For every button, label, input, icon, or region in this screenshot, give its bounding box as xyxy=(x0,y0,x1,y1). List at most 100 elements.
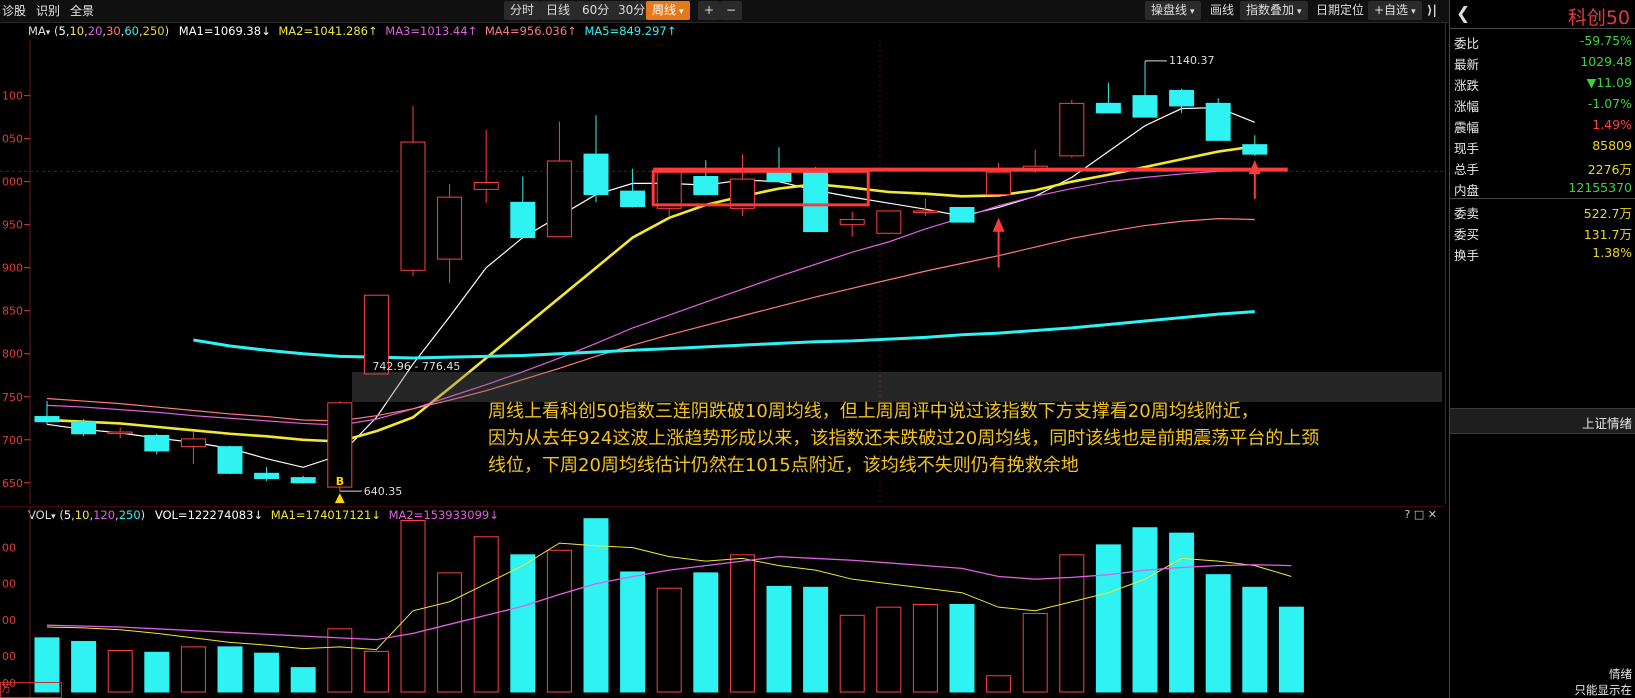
candle-body xyxy=(693,175,719,196)
volume-bar xyxy=(949,603,975,693)
period-button-intraday[interactable]: 分时 xyxy=(504,1,541,20)
candle-body xyxy=(510,201,536,239)
zoom-in-button[interactable]: + xyxy=(698,1,721,20)
security-name: 科创50 xyxy=(1567,7,1630,29)
y-tick-label: 900 xyxy=(2,262,23,275)
y-tick-label: 700 xyxy=(2,434,23,447)
quote-label: 委卖 xyxy=(1454,206,1480,221)
candle-body xyxy=(1205,102,1231,141)
quote-row: 震幅 1.49% xyxy=(1450,114,1635,136)
y-tick-label: 750 xyxy=(2,391,23,404)
strategy-line-dropdown[interactable]: 操盘线 ▾ xyxy=(1145,1,1201,20)
candle-body xyxy=(876,210,902,234)
volume-bar xyxy=(144,651,170,693)
sentiment-bar[interactable]: 上证情绪 xyxy=(1450,408,1635,434)
high-label: 1140.37 xyxy=(1169,54,1215,67)
candle-body xyxy=(144,434,170,452)
volume-bar xyxy=(1095,544,1121,693)
candle-body xyxy=(71,421,97,435)
toolbar-item-panorama[interactable]: 全景 xyxy=(70,2,94,19)
period-button-daily[interactable]: 日线 xyxy=(540,1,577,20)
annotation-line-2: 因为从去年924这波上涨趋势形成以来，该指数还未跌破过20周均线，同时该线也是前… xyxy=(488,428,1320,449)
quote-label: 涨跌 xyxy=(1454,78,1480,93)
candle-body xyxy=(766,171,792,183)
quote-value: 131.7万 xyxy=(1583,227,1632,242)
quote-row: 现手 85809 xyxy=(1450,135,1635,157)
draw-line-button[interactable]: 画线 xyxy=(1204,1,1240,20)
volume-bar xyxy=(473,536,499,693)
quote-value: -59.75% xyxy=(1579,33,1632,48)
volume-bar xyxy=(620,571,646,693)
volume-bar xyxy=(1242,586,1268,693)
volume-bar xyxy=(803,586,829,693)
vol-y-tick-label: 00 xyxy=(2,578,16,591)
date-locate-button[interactable]: 日期定位 xyxy=(1310,1,1370,20)
low-label: 640.35 xyxy=(364,485,403,498)
period-button-60min[interactable]: 60分 xyxy=(576,1,616,20)
sentiment-label: 情绪 xyxy=(1609,667,1632,681)
volume-bar xyxy=(656,587,682,693)
index-overlay-dropdown[interactable]: 指数叠加 ▾ xyxy=(1240,1,1308,20)
y-tick-label: 800 xyxy=(2,348,23,361)
buy-signal-label: B xyxy=(336,475,344,488)
volume-bar xyxy=(437,572,463,693)
candle-body xyxy=(1059,102,1085,157)
volume-bar xyxy=(290,667,316,693)
red-arrow-icon xyxy=(1248,160,1261,175)
back-arrow-icon[interactable]: ❮ xyxy=(1456,4,1470,24)
volume-bar xyxy=(1205,574,1231,693)
candle-body xyxy=(583,153,609,196)
volume-bar xyxy=(180,646,206,693)
y-tick-label: 850 xyxy=(2,305,23,318)
toolbar-item-diagnose[interactable]: 诊股 xyxy=(2,2,26,19)
vol-y-tick-label: 00 xyxy=(2,614,16,627)
quote-row: 总手 2276万 xyxy=(1450,156,1635,178)
collapse-icon[interactable]: ⟩| xyxy=(1424,1,1440,20)
y-tick-label: 650 xyxy=(2,477,23,490)
candle-body xyxy=(1132,95,1158,118)
volume-bar xyxy=(217,646,243,693)
quote-value: 85809 xyxy=(1592,138,1632,153)
quote-value: 1.49% xyxy=(1592,117,1632,132)
toolbar-item-identify[interactable]: 识别 xyxy=(36,2,60,19)
quote-label: 震幅 xyxy=(1454,120,1480,135)
volume-bar xyxy=(400,520,426,693)
candle-body xyxy=(290,477,316,484)
quote-row: 涨幅 -1.07% xyxy=(1450,93,1635,115)
add-watchlist-dropdown[interactable]: +自选 ▾ xyxy=(1368,1,1422,20)
quote-row: 委卖 522.7万 xyxy=(1450,200,1635,222)
quote-sidebar: ❮ 科创50 委比 -59.75% 最新 1029.48 涨跌 ▼11.09 涨幅 -1.07… xyxy=(1449,0,1635,698)
candle-body xyxy=(620,190,646,208)
vol-y-tick-label: 00 xyxy=(2,650,16,663)
quote-row: 换手 1.38% xyxy=(1450,242,1635,264)
quote-value: -1.07% xyxy=(1587,96,1632,111)
quote-label: 涨幅 xyxy=(1454,99,1480,114)
chevron-down-icon: ▾ xyxy=(1190,7,1195,17)
candle-body xyxy=(473,182,499,190)
quote-row: 委比 -59.75% xyxy=(1450,30,1635,52)
quote-label: 委买 xyxy=(1454,227,1480,242)
chevron-down-icon: ▾ xyxy=(1297,7,1302,17)
sidebar-separator xyxy=(1450,198,1635,199)
candle-body xyxy=(986,171,1012,196)
quote-value: 12155370 xyxy=(1568,180,1632,195)
candle-body xyxy=(803,171,829,233)
analysis-annotation: 周线上看科创50指数三连阴跌破10周均线，但上周周评中说过该指数下方支撑看20周… xyxy=(488,398,1468,479)
quote-value: 1.38% xyxy=(1592,245,1632,260)
volume-bar xyxy=(912,603,938,693)
volume-chart-pane[interactable]: VOL▾ (5,10,120,250) VOL=122274083↓ MA1=1… xyxy=(0,506,1445,698)
candle-body xyxy=(400,141,426,271)
volume-bar xyxy=(766,585,792,693)
candle-body xyxy=(34,416,60,423)
vol-y-tick-label: 00 xyxy=(2,542,16,555)
platform-box xyxy=(651,169,870,207)
zoom-out-button[interactable]: − xyxy=(720,1,743,20)
quote-label: 换手 xyxy=(1454,248,1480,263)
candle-body xyxy=(1242,144,1268,155)
volume-bar xyxy=(254,652,280,693)
candle-body xyxy=(437,196,463,260)
candle-body xyxy=(107,431,133,435)
y-tick-label: 050 xyxy=(2,133,23,146)
period-button-weekly[interactable]: 周线 ▾ xyxy=(646,1,690,20)
candle-body xyxy=(217,446,243,474)
